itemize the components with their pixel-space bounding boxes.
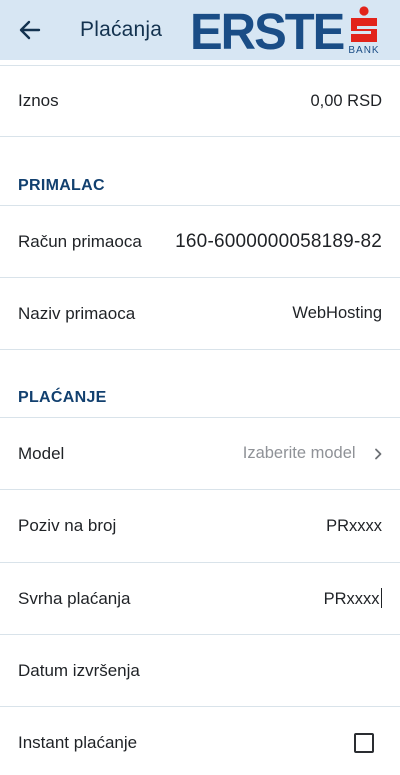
reference-number-row[interactable]: Poziv na broj PRxxxx	[0, 490, 400, 563]
execution-date-label: Datum izvršenja	[18, 660, 140, 680]
sparkasse-s-icon	[351, 6, 377, 42]
payment-purpose-row[interactable]: Svrha plaćanja PRxxxx	[0, 563, 400, 635]
model-placeholder: Izaberite model	[242, 444, 356, 462]
recipient-name-label: Naziv primaoca	[18, 303, 136, 323]
instant-payment-checkbox[interactable]	[354, 732, 374, 753]
page-title: Plaćanja	[80, 18, 163, 41]
payment-form: Iznos 0,00 RSD PRIMALAC Račun primaoca 1…	[0, 60, 400, 775]
model-row[interactable]: Model Izaberite model	[0, 418, 400, 490]
amount-value: 0,00 RSD	[310, 91, 382, 110]
execution-date-row[interactable]: Datum izvršenja	[0, 635, 400, 707]
app-header: Plaćanja ERSTE BANK	[0, 0, 400, 60]
arrow-left-icon	[19, 20, 41, 40]
model-label: Model	[18, 443, 65, 463]
logo-mark: BANK	[342, 6, 386, 58]
payment-purpose-label: Svrha plaćanja	[18, 588, 131, 608]
recipient-name-value: WebHosting	[292, 304, 382, 322]
recipient-section-header: PRIMALAC	[0, 137, 400, 206]
erste-bank-logo: ERSTE BANK	[190, 3, 386, 61]
recipient-account-value: 160-6000000058189-82	[175, 230, 382, 252]
reference-number-input[interactable]: PRxxxx	[326, 517, 382, 536]
payment-section-title: PLAĆANJE	[18, 389, 107, 406]
instant-payment-label: Instant plaćanje	[18, 732, 138, 752]
amount-row[interactable]: Iznos 0,00 RSD	[0, 66, 400, 137]
logo-wordmark: ERSTE	[190, 3, 345, 61]
amount-label: Iznos	[18, 91, 59, 110]
chevron-right-icon	[375, 448, 382, 460]
recipient-account-label: Račun primaoca	[18, 231, 142, 251]
recipient-account-row[interactable]: Račun primaoca 160-6000000058189-82	[0, 206, 400, 278]
reference-number-label: Poziv na broj	[18, 516, 117, 535]
recipient-name-row[interactable]: Naziv primaoca WebHosting	[0, 278, 400, 350]
logo-bank-text: BANK	[348, 45, 380, 56]
payment-section-header: PLAĆANJE	[0, 350, 400, 418]
payment-purpose-input[interactable]: PRxxxx	[324, 590, 380, 608]
back-button[interactable]	[0, 0, 60, 60]
instant-payment-row[interactable]: Instant plaćanje	[0, 707, 400, 775]
text-cursor	[380, 588, 382, 608]
recipient-section-title: PRIMALAC	[18, 177, 105, 194]
